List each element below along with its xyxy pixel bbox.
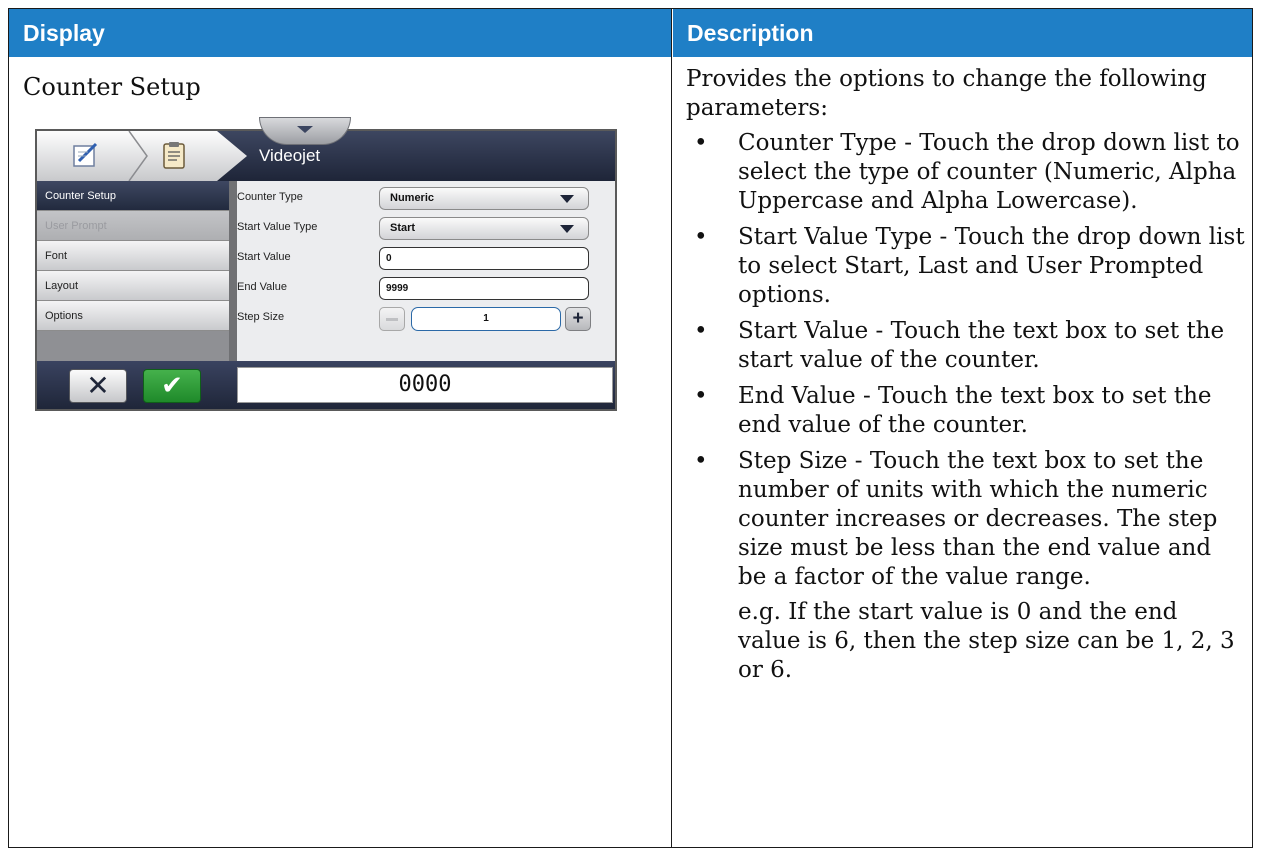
minus-icon bbox=[386, 318, 398, 321]
step-increment-button[interactable]: + bbox=[565, 307, 591, 331]
list-item: • Start Value Type - Touch the drop down … bbox=[686, 223, 1246, 310]
header-description: Description bbox=[672, 9, 1252, 57]
step-decrement-button[interactable] bbox=[379, 307, 405, 331]
list-item-text: End Value - Touch the text box to set th… bbox=[738, 383, 1212, 438]
breadcrumb-separator-icon bbox=[128, 131, 148, 181]
bullet: • bbox=[694, 448, 708, 474]
sidebar-item-options[interactable]: Options bbox=[37, 301, 229, 331]
counter-form: Counter Type Numeric Start Value Type St… bbox=[237, 181, 615, 361]
clipboard-icon[interactable] bbox=[159, 140, 189, 170]
edit-icon[interactable] bbox=[71, 140, 101, 170]
list-item: • Step Size - Touch the text box to set t… bbox=[686, 447, 1246, 685]
screen-top-bar: Videojet bbox=[37, 117, 615, 181]
display-title: Counter Setup bbox=[23, 73, 201, 101]
column-divider bbox=[671, 9, 672, 847]
start-value-type-dropdown[interactable]: Start bbox=[379, 217, 589, 240]
counter-type-value: Numeric bbox=[390, 192, 435, 204]
counter-setup-screenshot: Videojet Counter Setup User Prompt Font … bbox=[35, 117, 617, 411]
bullet: • bbox=[694, 318, 708, 344]
cancel-button[interactable]: ✕ bbox=[69, 369, 127, 403]
list-item: • End Value - Touch the text box to set t… bbox=[686, 382, 1246, 440]
dropdown-arrow-icon bbox=[560, 195, 574, 203]
header-display: Display bbox=[9, 9, 671, 57]
document-table: Display Description Counter Setup Videoj… bbox=[8, 8, 1253, 848]
step-size-label: Step Size bbox=[237, 311, 285, 323]
counter-preview: 0000 bbox=[237, 367, 613, 403]
bullet: • bbox=[694, 224, 708, 250]
start-value-input[interactable]: 0 bbox=[379, 247, 589, 270]
counter-type-dropdown[interactable]: Numeric bbox=[379, 187, 589, 210]
example-note: e.g. If the start value is 0 and the end… bbox=[738, 599, 1235, 683]
sidebar: Counter Setup User Prompt Font Layout Op… bbox=[37, 181, 229, 361]
list-item-text: Start Value - Touch the text box to set … bbox=[738, 318, 1225, 373]
end-value-label: End Value bbox=[237, 281, 287, 293]
close-icon: ✕ bbox=[86, 369, 110, 402]
plus-icon: + bbox=[572, 308, 584, 329]
parameter-list: • Counter Type - Touch the drop down list… bbox=[686, 129, 1246, 685]
bullet: • bbox=[694, 383, 708, 409]
list-item-text: Counter Type - Touch the drop down list … bbox=[738, 130, 1240, 214]
app-title: Videojet bbox=[259, 146, 321, 165]
sidebar-item-counter-setup[interactable]: Counter Setup bbox=[37, 181, 229, 211]
description-intro: Provides the options to change the follo… bbox=[686, 66, 1207, 121]
start-value-type-value: Start bbox=[390, 222, 416, 234]
start-value-label: Start Value bbox=[237, 251, 291, 263]
breadcrumb bbox=[37, 131, 247, 181]
bullet: • bbox=[694, 130, 708, 156]
check-icon: ✔ bbox=[161, 371, 183, 401]
dropdown-arrow-icon bbox=[560, 225, 574, 233]
step-size-input[interactable]: 1 bbox=[411, 307, 561, 331]
list-item-text: Start Value Type - Touch the drop down l… bbox=[738, 224, 1245, 308]
list-item: • Start Value - Touch the text box to set… bbox=[686, 317, 1246, 375]
description-cell: Provides the options to change the follo… bbox=[686, 65, 1246, 692]
counter-type-label: Counter Type bbox=[237, 191, 303, 203]
list-item: • Counter Type - Touch the drop down list… bbox=[686, 129, 1246, 216]
confirm-button[interactable]: ✔ bbox=[143, 369, 201, 403]
sidebar-item-user-prompt: User Prompt bbox=[37, 211, 229, 241]
screen-bottom-bar: ✕ ✔ 0000 bbox=[37, 361, 615, 409]
start-value-type-label: Start Value Type bbox=[237, 221, 318, 233]
panel-divider bbox=[229, 181, 237, 361]
sidebar-item-layout[interactable]: Layout bbox=[37, 271, 229, 301]
sidebar-item-font[interactable]: Font bbox=[37, 241, 229, 271]
table-header-row: Display Description bbox=[9, 9, 1252, 57]
list-item-text: Step Size - Touch the text box to set th… bbox=[738, 448, 1218, 590]
end-value-input[interactable]: 9999 bbox=[379, 277, 589, 300]
